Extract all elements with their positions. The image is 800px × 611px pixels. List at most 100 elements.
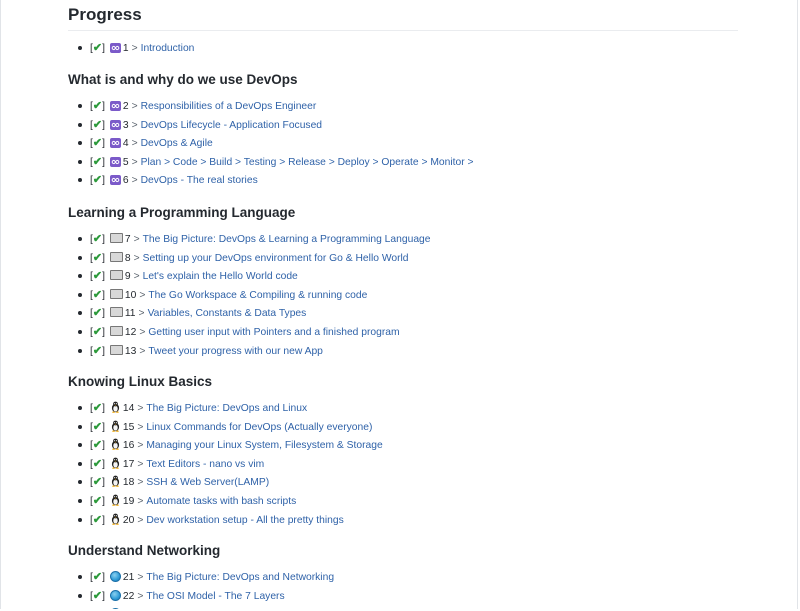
checkmark-icon: ✔: [92, 476, 103, 489]
item-number: 4: [122, 138, 129, 150]
checkmark-icon: ✔: [92, 100, 103, 112]
checkmark-icon: ✔: [92, 155, 103, 168]
page-title: Progress: [68, 0, 738, 31]
progress-item: [✔] 8 > Setting up your DevOps environment…: [78, 249, 738, 268]
section-programming: Learning a Programming Language [✔] 7 > Th…: [68, 205, 738, 360]
progress-item: [✔] 10 > The Go Workspace & Compiling & ru…: [78, 286, 738, 305]
computer-icon: [109, 325, 123, 336]
progress-item: [✔] 4 > DevOps & Agile: [78, 134, 738, 153]
globe-icon: [109, 589, 121, 601]
checkmark-icon: ✔: [92, 270, 103, 283]
day-link[interactable]: The Go Workspace & Compiling & running c…: [148, 290, 367, 301]
checkmark-icon: ✔: [92, 174, 103, 187]
day-link[interactable]: Introduction: [141, 43, 195, 54]
globe-icon: [109, 571, 121, 582]
day-link[interactable]: Text Editors - nano vs vim: [146, 459, 264, 470]
item-separator: >: [137, 421, 144, 433]
item-separator: >: [131, 138, 138, 150]
day-link[interactable]: The Big Picture: DevOps & Learning a Pro…: [143, 234, 431, 245]
checkmark-icon: ✔: [92, 402, 103, 414]
infinity-icon: [109, 101, 121, 111]
item-number: 1: [122, 43, 129, 54]
day-link[interactable]: Automate tasks with bash scripts: [146, 496, 296, 507]
progress-list: [✔] 7 > The Big Picture: DevOps & Learning…: [68, 230, 738, 360]
checkbox-close-bracket: ]: [102, 138, 105, 150]
day-link[interactable]: Linux Commands for DevOps (Actually ever…: [146, 422, 372, 433]
day-link[interactable]: Dev workstation setup - All the pretty t…: [146, 515, 343, 526]
checkmark-icon: ✔: [92, 457, 103, 470]
checkbox-close-bracket: ]: [102, 101, 105, 112]
item-separator: >: [139, 345, 146, 357]
day-link[interactable]: The Big Picture: DevOps and Linux: [146, 403, 307, 414]
checkbox-close-bracket: ]: [102, 421, 105, 433]
checkbox-close-bracket: ]: [102, 403, 105, 414]
progress-item: [✔] 13 > Tweet your progress with our new …: [78, 342, 738, 361]
day-link[interactable]: The OSI Model - The 7 Layers: [146, 591, 284, 602]
day-link[interactable]: Setting up your DevOps environment for G…: [143, 253, 409, 264]
day-link[interactable]: Tweet your progress with our new App: [148, 346, 323, 357]
progress-item: [✔] 18 > SSH & Web Server(LAMP): [78, 473, 738, 492]
progress-item: [✔] 9 > Let's explain the Hello World code: [78, 267, 738, 286]
day-link[interactable]: Managing your Linux System, Filesystem &…: [146, 440, 382, 451]
item-separator: >: [137, 403, 144, 414]
checkbox-close-bracket: ]: [102, 271, 105, 283]
day-link[interactable]: SSH & Web Server(LAMP): [146, 477, 269, 488]
checkbox-close-bracket: ]: [102, 514, 105, 526]
item-number: 22: [122, 590, 135, 602]
item-number: 17: [122, 458, 135, 470]
progress-item: [✔] 7 > The Big Picture: DevOps & Learning…: [78, 230, 738, 249]
penguin-icon: [110, 457, 121, 469]
day-link[interactable]: DevOps Lifecycle - Application Focused: [141, 120, 322, 131]
section-heading: Understand Networking: [68, 543, 221, 558]
checkmark-icon: ✔: [92, 137, 103, 150]
progress-item: [✔] 17 > Text Editors - nano vs vim: [78, 455, 738, 474]
checkbox-close-bracket: ]: [102, 345, 105, 357]
checkbox-close-bracket: ]: [102, 234, 105, 245]
checkbox-close-bracket: ]: [102, 477, 105, 489]
progress-list: [✔] 14 > The Big Picture: DevOps and Linux…: [68, 399, 738, 529]
item-separator: >: [137, 495, 144, 507]
checkmark-icon: ✔: [92, 251, 103, 264]
item-separator: >: [137, 572, 144, 583]
item-number: 20: [122, 514, 135, 526]
day-link[interactable]: Plan > Code > Build > Testing > Release …: [141, 157, 474, 168]
infinity-icon: [109, 119, 121, 130]
progress-list: [✔] 1 > Introduction: [68, 39, 738, 58]
section-linux: Knowing Linux Basics [✔] 14 > The Big Pict…: [68, 374, 738, 529]
checkmark-icon: ✔: [92, 118, 103, 131]
computer-icon: [109, 270, 123, 281]
item-number: 12: [124, 326, 137, 338]
item-number: 18: [122, 477, 135, 489]
day-link[interactable]: DevOps - The real stories: [141, 175, 258, 186]
item-separator: >: [138, 308, 145, 320]
day-link[interactable]: Getting user input with Pointers and a f…: [148, 327, 399, 338]
checkmark-icon: ✔: [92, 233, 103, 245]
checkmark-icon: ✔: [92, 288, 103, 301]
item-separator: >: [137, 477, 144, 489]
checkbox-close-bracket: ]: [102, 43, 105, 54]
checkmark-icon: ✔: [92, 494, 103, 507]
progress-item: [✔] 6 > DevOps - The real stories: [78, 171, 738, 190]
checkbox-close-bracket: ]: [102, 252, 105, 264]
penguin-icon: [110, 475, 121, 488]
checkbox-close-bracket: ]: [102, 308, 105, 320]
item-separator: >: [131, 175, 138, 187]
day-link[interactable]: Variables, Constants & Data Types: [148, 308, 307, 319]
day-link[interactable]: Let's explain the Hello World code: [143, 271, 298, 282]
item-number: 2: [122, 101, 129, 112]
item-separator: >: [131, 43, 138, 54]
progress-list: [✔] 21 > The Big Picture: DevOps and Netwo…: [68, 568, 738, 609]
computer-icon: [109, 233, 123, 243]
day-link[interactable]: The Big Picture: DevOps and Networking: [146, 572, 334, 583]
progress-item: [✔] 19 > Automate tasks with bash scripts: [78, 492, 738, 511]
infinity-icon: [109, 175, 121, 186]
computer-icon: [109, 307, 123, 318]
day-link[interactable]: Responsibilities of a DevOps Engineer: [141, 101, 317, 112]
item-separator: >: [131, 119, 138, 131]
globe-icon: [109, 608, 121, 609]
checkbox-close-bracket: ]: [102, 119, 105, 131]
day-link[interactable]: DevOps & Agile: [141, 138, 213, 149]
progress-item: [✔] 11 > Variables, Constants & Data Types: [78, 304, 738, 323]
progress-item: [✔] 22 > The OSI Model - The 7 Layers: [78, 587, 738, 606]
item-separator: >: [139, 289, 146, 301]
